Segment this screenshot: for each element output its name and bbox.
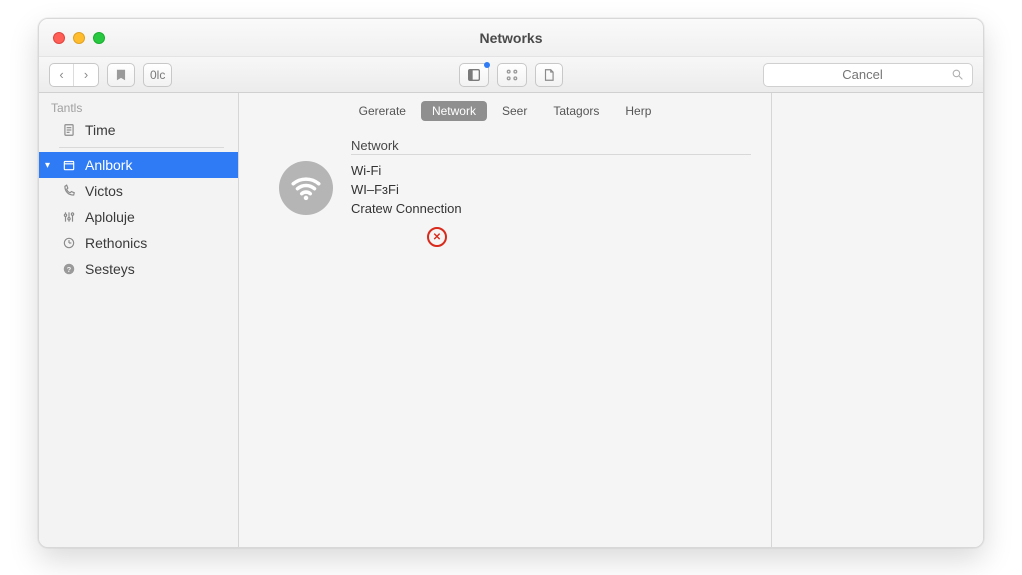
sidebar-item-sesteys[interactable]: ? Sesteys bbox=[39, 256, 238, 282]
svg-text:?: ? bbox=[67, 265, 72, 274]
traffic-lights bbox=[39, 32, 105, 44]
search-input[interactable] bbox=[774, 67, 951, 82]
document-icon bbox=[61, 122, 77, 138]
tab-seer[interactable]: Seer bbox=[491, 101, 538, 121]
section-divider bbox=[351, 154, 751, 155]
sidebar-item-apoluje[interactable]: Aploluje bbox=[39, 204, 238, 230]
chevron-left-icon: ‹ bbox=[59, 67, 63, 82]
question-icon: ? bbox=[61, 261, 77, 277]
network-line: Wi-Fi bbox=[351, 161, 462, 180]
forward-button[interactable]: › bbox=[74, 64, 98, 86]
sidebar-item-victos[interactable]: Victos bbox=[39, 178, 238, 204]
sidebar-item-anlbork[interactable]: ▾ Anlbork bbox=[39, 152, 238, 178]
back-button[interactable]: ‹ bbox=[50, 64, 74, 86]
content-pane: Gererate Network Seer Tatagors Herp Netw… bbox=[239, 93, 771, 547]
sidebar-item-time[interactable]: Time bbox=[39, 117, 238, 143]
tab-network[interactable]: Network bbox=[421, 101, 487, 121]
sidebar-item-label: Anlbork bbox=[85, 157, 132, 173]
flag-icon bbox=[114, 68, 128, 82]
flag-toolbar-button[interactable] bbox=[107, 63, 135, 87]
sidebar-header: Tantls bbox=[39, 97, 238, 117]
tab-tatagors[interactable]: Tatagors bbox=[542, 101, 610, 121]
main-area: Gererate Network Seer Tatagors Herp Netw… bbox=[239, 93, 983, 547]
panel-icon bbox=[466, 67, 482, 83]
small-toolbar-button[interactable]: 0lc bbox=[143, 63, 172, 87]
tab-label: Tatagors bbox=[553, 104, 599, 118]
window-frame: Networks ‹ › 0lc bbox=[38, 18, 984, 548]
tab-gererate[interactable]: Gererate bbox=[348, 101, 417, 121]
clock-icon bbox=[61, 235, 77, 251]
box-icon bbox=[61, 157, 77, 173]
equalizer-icon bbox=[61, 209, 77, 225]
window-title: Networks bbox=[39, 30, 983, 46]
zoom-window-button[interactable] bbox=[93, 32, 105, 44]
minimize-window-button[interactable] bbox=[73, 32, 85, 44]
document-toolbar-button[interactable] bbox=[535, 63, 563, 87]
toolbar-center-group bbox=[459, 63, 563, 87]
notification-dot-icon bbox=[484, 62, 490, 68]
search-field[interactable] bbox=[763, 63, 973, 87]
close-icon: ✕ bbox=[433, 232, 441, 243]
tab-label: Network bbox=[432, 104, 476, 118]
sidebar-divider bbox=[59, 147, 224, 148]
chevron-down-icon: ▾ bbox=[45, 160, 50, 171]
network-info-block: Wi-Fi WI–FɜFi Cratew Connection bbox=[351, 161, 462, 218]
toolbar: ‹ › 0lc bbox=[39, 57, 983, 93]
panel-toolbar-button[interactable] bbox=[459, 63, 489, 87]
tab-label: Seer bbox=[502, 104, 527, 118]
sidebar-item-label: Rethonics bbox=[85, 235, 147, 251]
search-icon bbox=[951, 68, 964, 81]
chevron-right-icon: › bbox=[84, 67, 88, 82]
wifi-icon bbox=[279, 161, 333, 215]
small-toolbar-label: 0lc bbox=[150, 68, 165, 82]
close-window-button[interactable] bbox=[53, 32, 65, 44]
phone-icon bbox=[61, 183, 77, 199]
remove-connection-button[interactable]: ✕ bbox=[427, 227, 447, 247]
tab-label: Gererate bbox=[359, 104, 406, 118]
sidebar-item-label: Victos bbox=[85, 183, 123, 199]
section-heading: Network bbox=[351, 138, 399, 153]
tab-label: Herp bbox=[625, 104, 651, 118]
inspector-panel bbox=[771, 93, 983, 547]
window-body: Tantls Time ▾ Anlbork Victos bbox=[39, 93, 983, 547]
sidebar-item-label: Aploluje bbox=[85, 209, 135, 225]
configure-toolbar-button[interactable] bbox=[497, 63, 527, 87]
tabbar: Gererate Network Seer Tatagors Herp bbox=[239, 101, 771, 121]
network-line: WI–FɜFi bbox=[351, 180, 462, 199]
sidebar: Tantls Time ▾ Anlbork Victos bbox=[39, 93, 239, 547]
titlebar: Networks bbox=[39, 19, 983, 57]
nav-group: ‹ › bbox=[49, 63, 99, 87]
sidebar-item-rethonics[interactable]: Rethonics bbox=[39, 230, 238, 256]
network-line: Cratew Connection bbox=[351, 199, 462, 218]
sidebar-item-label: Sesteys bbox=[85, 261, 135, 277]
sliders-icon bbox=[504, 67, 520, 83]
tab-herp[interactable]: Herp bbox=[614, 101, 662, 121]
document-icon bbox=[542, 67, 556, 83]
sidebar-item-label: Time bbox=[85, 122, 116, 138]
